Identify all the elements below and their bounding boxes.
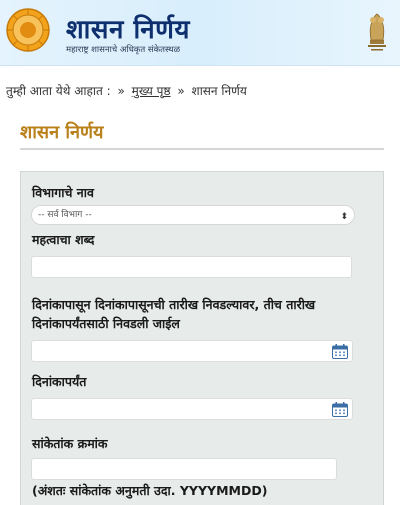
to-date-input[interactable] bbox=[31, 398, 353, 420]
breadcrumb-separator: » bbox=[117, 84, 125, 98]
maharashtra-seal-icon[interactable] bbox=[6, 6, 50, 56]
from-date-label-line2: दिनांकापर्यंतसाठी निवडली जाईल bbox=[32, 316, 180, 331]
department-label: विभागाचे नाव bbox=[32, 185, 94, 200]
calendar-icon[interactable] bbox=[332, 402, 348, 417]
to-date-label: दिनांकापर्यंत bbox=[32, 374, 87, 389]
code-number-input[interactable] bbox=[31, 458, 337, 480]
site-subtitle: महाराष्ट्र शासनाचे अधिकृत संकेतस्थळ bbox=[66, 45, 181, 55]
title-divider bbox=[20, 148, 384, 150]
breadcrumb-current: शासन निर्णय bbox=[191, 84, 247, 98]
keyword-label: महत्वाचा शब्द bbox=[32, 232, 95, 247]
breadcrumb: तुम्ही आता येथे आहात : » मुख्य पृष्ठ » श… bbox=[6, 82, 247, 99]
breadcrumb-prefix: तुम्ही आता येथे आहात : bbox=[6, 84, 111, 98]
from-date-input[interactable] bbox=[31, 340, 353, 362]
department-select-value: -- सर्व विभाग -- bbox=[38, 210, 92, 220]
chevron-updown-icon: ⬍ bbox=[340, 212, 348, 222]
site-header: शासन निर्णय महाराष्ट्र शासनाचे अधिकृत सं… bbox=[0, 0, 400, 66]
breadcrumb-separator: » bbox=[177, 84, 185, 98]
breadcrumb-home-link[interactable]: मुख्य पृष्ठ bbox=[132, 84, 171, 98]
ashoka-emblem-icon bbox=[368, 13, 386, 51]
site-title: शासन निर्णय bbox=[66, 15, 191, 45]
page-title: शासन निर्णय bbox=[20, 122, 104, 143]
calendar-icon[interactable] bbox=[332, 344, 348, 359]
keyword-input[interactable] bbox=[31, 256, 352, 278]
department-select[interactable]: -- सर्व विभाग -- ⬍ bbox=[31, 205, 355, 225]
from-date-label-line1: दिनांकापासून दिनांकापासूनची तारीख निवडल्… bbox=[32, 297, 316, 312]
code-number-hint: (अंशतः सांकेतांक अनुमती उदा. YYYYMMDD) bbox=[32, 483, 268, 498]
code-number-label: सांकेतांक क्रमांक bbox=[32, 436, 108, 451]
search-form-panel: विभागाचे नाव -- सर्व विभाग -- ⬍ महत्वाचा… bbox=[20, 171, 384, 505]
